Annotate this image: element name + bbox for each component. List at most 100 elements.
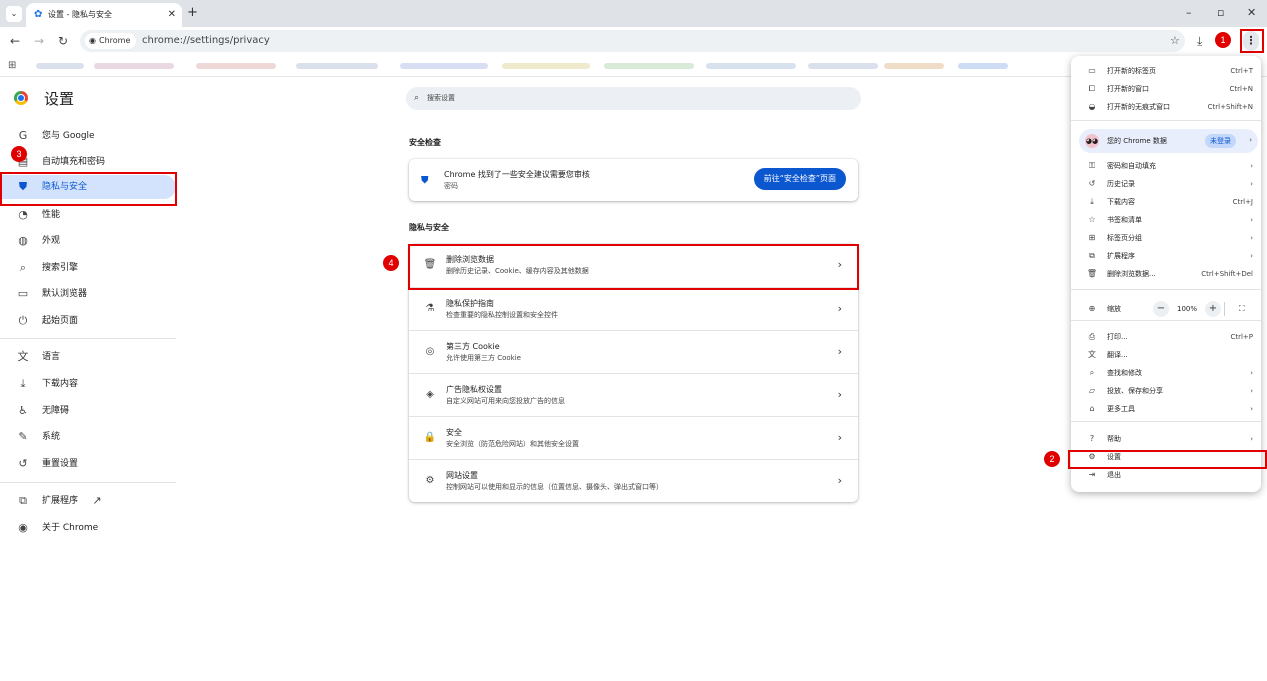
safety-check-title: Chrome 找到了一些安全建议需要您审核 [444, 170, 590, 179]
bookmark-item[interactable] [36, 63, 84, 69]
menu-item[interactable]: ⌕ 查找和修改 › [1071, 364, 1261, 382]
history-icon: ↺ [1088, 179, 1096, 188]
translate-icon: 文 [17, 350, 29, 363]
sidebar-item[interactable]: 文 语言 [0, 345, 176, 369]
new-tab-icon: ▭ [1088, 66, 1096, 75]
bookmark-item[interactable] [296, 63, 378, 69]
apps-grid-icon[interactable]: ⊞ [8, 59, 16, 73]
menu-item-label: 翻译... [1107, 351, 1128, 359]
bookmark-item[interactable] [604, 63, 694, 69]
row-title: 广告隐私权设置 [446, 385, 502, 394]
menu-separator [1071, 289, 1261, 290]
menu-item[interactable]: ▭ 打开新的标签页 Ctrl+T [1071, 62, 1261, 80]
menu-item-shortcut: Ctrl+Shift+N [1207, 103, 1253, 111]
sidebar-item[interactable]: ⤓ 下载内容 [0, 372, 176, 396]
go-to-safety-check-button[interactable]: 前往“安全检查”页面 [753, 168, 846, 190]
chevron-right-icon: › [837, 302, 842, 315]
menu-item[interactable]: ⊞ 标签页分组 › [1071, 229, 1261, 247]
settings-gear-icon: ✿ [34, 9, 43, 20]
menu-item[interactable]: ◒ 打开新的无痕式窗口 Ctrl+Shift+N [1071, 98, 1261, 116]
menu-item-label: 退出 [1107, 471, 1121, 479]
menu-item[interactable]: ⚿ 密码和自动填充 › [1071, 157, 1261, 175]
menu-item[interactable]: ▱ 投放、保存和分享 › [1071, 382, 1261, 400]
privacy-row[interactable]: ◈ 广告隐私权设置 自定义网站可用来向您投放广告的信息 › [409, 373, 858, 416]
new-tab-button[interactable]: + [187, 5, 198, 21]
tab-search-button[interactable]: ⌄ [6, 6, 22, 22]
sidebar-item-label: 默认浏览器 [42, 289, 88, 299]
menu-item[interactable]: ☆ 书签和清单 › [1071, 211, 1261, 229]
zoom-value: 100% [1177, 305, 1198, 313]
bookmark-item[interactable] [400, 63, 488, 69]
settings-search-input[interactable]: ⌕ 搜索设置 [406, 87, 861, 110]
sidebar-item[interactable]: ⧉ 扩展程序 ↗ [0, 489, 176, 513]
bookmark-item[interactable] [502, 63, 590, 69]
sidebar-item[interactable]: ✎ 系统 [0, 425, 176, 449]
menu-item-shortcut: › [1250, 234, 1253, 242]
menu-item[interactable]: ⎙ 打印... Ctrl+P [1071, 328, 1261, 346]
site-chip[interactable]: ◉ Chrome [85, 33, 137, 49]
active-tab[interactable]: ✿ 设置 - 隐私与安全 ✕ [26, 3, 182, 27]
row-title: 隐私保护指南 [446, 299, 494, 308]
row-subtitle: 自定义网站可用来向您投放广告的信息 [446, 397, 565, 405]
downloads-icon[interactable]: ⤓ [1197, 33, 1202, 49]
privacy-row[interactable]: ⚗ 隐私保护指南 检查重要的隐私控制设置和安全控件 › [409, 287, 858, 330]
menu-item[interactable]: 文 翻译... [1071, 346, 1261, 364]
privacy-row[interactable]: ◎ 第三方 Cookie 允许使用第三方 Cookie › [409, 330, 858, 373]
sidebar-item[interactable]: ◍ 外观 [0, 229, 176, 253]
menu-item-zoom: ⊕ 缩放 − 100% + ⛶ [1071, 300, 1261, 318]
menu-item[interactable]: ↺ 历史记录 › [1071, 175, 1261, 193]
bookmark-item[interactable] [706, 63, 796, 69]
fullscreen-icon[interactable]: ⛶ [1239, 303, 1245, 315]
menu-item[interactable]: 🗑 删除浏览数据... Ctrl+Shift+Del [1071, 265, 1261, 283]
sidebar-item[interactable]: ↺ 重置设置 [0, 452, 176, 476]
accessibility-icon: ♿ [18, 404, 28, 417]
reload-icon[interactable]: ↻ [58, 33, 68, 49]
zoom-in-button[interactable]: + [1205, 301, 1221, 317]
menu-item[interactable]: ⧠ 打开新的窗口 Ctrl+N [1071, 80, 1261, 98]
bookmark-item[interactable] [884, 63, 944, 69]
sidebar-item[interactable]: ◔ 性能 [0, 203, 176, 227]
window-close-icon[interactable]: ✕ [1247, 5, 1256, 21]
zoom-out-button[interactable]: − [1153, 301, 1169, 317]
menu-item-label: 书签和清单 [1107, 216, 1142, 224]
privacy-row[interactable]: ⚙ 网站设置 控制网站可以使用和显示的信息（位置信息、摄像头、弹出式窗口等） › [409, 459, 858, 502]
forward-icon[interactable]: → [34, 33, 44, 49]
menu-item[interactable]: ⤓ 下载内容 Ctrl+J [1071, 193, 1261, 211]
bookmark-item[interactable] [94, 63, 174, 69]
minimize-icon[interactable]: – [1186, 5, 1192, 21]
bookmark-item[interactable] [958, 63, 1008, 69]
new-window-icon: ⧠ [1088, 84, 1096, 93]
url-text[interactable]: chrome://settings/privacy [142, 33, 270, 49]
restore-icon[interactable]: ▫ [1217, 5, 1224, 21]
printer-icon: ⎙ [1088, 332, 1096, 341]
sidebar-item[interactable]: ⏻ 起始页面 [0, 309, 176, 333]
back-icon[interactable]: ← [10, 33, 20, 49]
menu-item[interactable]: ⌂ 更多工具 › [1071, 400, 1261, 418]
shield-icon: ⛊ [421, 175, 429, 186]
chevron-right-icon: › [1249, 136, 1252, 144]
cookie-icon: ◎ [425, 346, 435, 357]
address-bar[interactable]: ◉ Chrome chrome://settings/privacy ☆ [80, 30, 1185, 52]
chrome-menu: ◕◕ 您的 Chrome 数据 未登录 › ⊕ 缩放 − 100% + ⛶ ▭ 打… [1071, 56, 1261, 492]
menu-item-label: 打印... [1107, 333, 1128, 341]
chrome-logo-icon [14, 91, 28, 105]
download-icon: ⤓ [20, 377, 26, 390]
sidebar-item-label: 语言 [42, 352, 61, 362]
sidebar-item[interactable]: ♿ 无障碍 [0, 399, 176, 423]
menu-item[interactable]: ? 帮助 › [1071, 430, 1261, 448]
tab-title: 设置 - 隐私与安全 [48, 10, 112, 19]
profile-item[interactable]: ◕◕ 您的 Chrome 数据 未登录 › [1079, 129, 1258, 153]
bookmark-item[interactable] [808, 63, 878, 69]
privacy-guide-icon: ⚗ [425, 303, 435, 314]
tab-close-icon[interactable]: ✕ [168, 8, 176, 21]
menu-separator [1071, 421, 1261, 422]
sidebar-item[interactable]: ⌕ 搜索引擎 [0, 256, 176, 280]
privacy-row[interactable]: 🔒 安全 安全浏览（防范危险网站）和其他安全设置 › [409, 416, 858, 459]
sidebar-item[interactable]: G 您与 Google [0, 124, 176, 148]
sidebar-item[interactable]: ◉ 关于 Chrome [0, 516, 176, 540]
sidebar-item[interactable]: ▭ 默认浏览器 [0, 282, 176, 306]
menu-item[interactable]: ⧉ 扩展程序 › [1071, 247, 1261, 265]
bookmark-item[interactable] [196, 63, 276, 69]
annotation-box-4 [408, 244, 859, 290]
bookmark-star-icon[interactable]: ☆ [1170, 33, 1180, 49]
